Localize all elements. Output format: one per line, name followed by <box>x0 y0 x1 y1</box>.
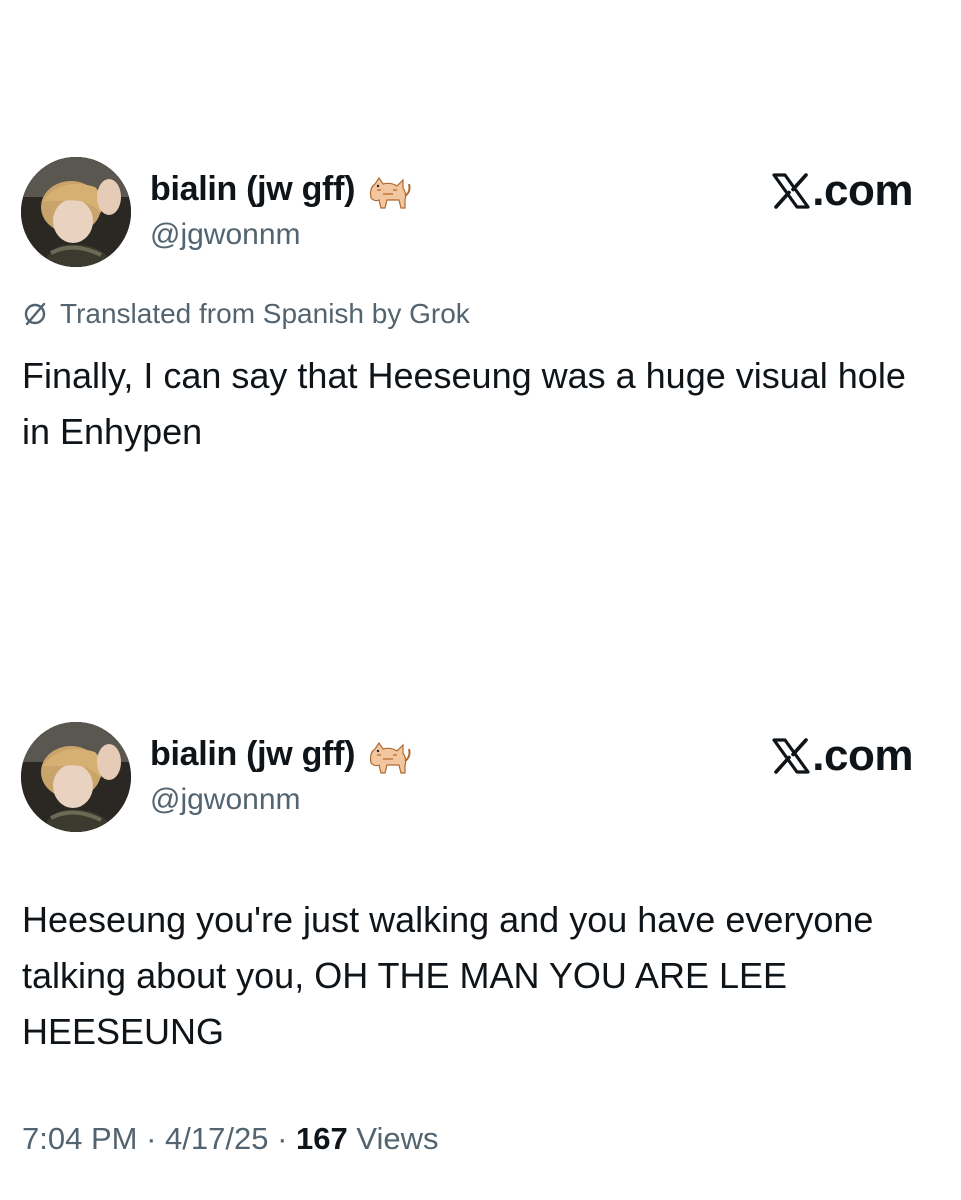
tweet-metadata: 7:04 PM · 4/17/25 · 167 Views <box>22 1121 439 1157</box>
tweet-card-1: bialin (jw gff) @jgwonnm .com Translated… <box>0 0 961 600</box>
site-label: .com <box>771 731 913 781</box>
tweet-time[interactable]: 7:04 PM <box>22 1121 137 1156</box>
display-name-text[interactable]: bialin (jw gff) <box>150 735 355 774</box>
display-name[interactable]: bialin (jw gff) <box>150 733 411 775</box>
tweet-card-2: bialin (jw gff) @jgwonnm .com Heeseung y… <box>0 565 961 1200</box>
cat-emoji-icon <box>370 741 411 774</box>
x-logo-icon <box>772 738 810 774</box>
display-name[interactable]: bialin (jw gff) <box>150 168 411 210</box>
site-label-text: .com <box>812 731 913 780</box>
site-label-text: .com <box>812 166 913 215</box>
grok-translate-icon <box>24 302 46 326</box>
user-avatar[interactable] <box>21 157 131 267</box>
cat-emoji-icon <box>370 176 411 209</box>
user-avatar[interactable] <box>21 722 131 832</box>
avatar-photo <box>21 157 131 267</box>
meta-separator: · <box>268 1121 297 1156</box>
user-handle[interactable]: @jgwonnm <box>150 783 301 817</box>
x-logo-icon <box>772 173 810 209</box>
views-count[interactable]: 167 <box>296 1121 348 1156</box>
display-name-text[interactable]: bialin (jw gff) <box>150 170 355 209</box>
translation-note[interactable]: Translated from Spanish by Grok <box>22 298 470 330</box>
tweet-date[interactable]: 4/17/25 <box>165 1121 268 1156</box>
tweet-text: Heeseung you're just walking and you hav… <box>22 899 874 1052</box>
avatar-photo <box>21 722 131 832</box>
translation-note-text: Translated from Spanish by Grok <box>60 298 470 329</box>
tweet-text: Finally, I can say that Heeseung was a h… <box>22 355 906 452</box>
site-label: .com <box>771 166 913 216</box>
user-handle[interactable]: @jgwonnm <box>150 218 301 252</box>
meta-separator: · <box>137 1121 166 1156</box>
views-label: Views <box>347 1121 439 1156</box>
